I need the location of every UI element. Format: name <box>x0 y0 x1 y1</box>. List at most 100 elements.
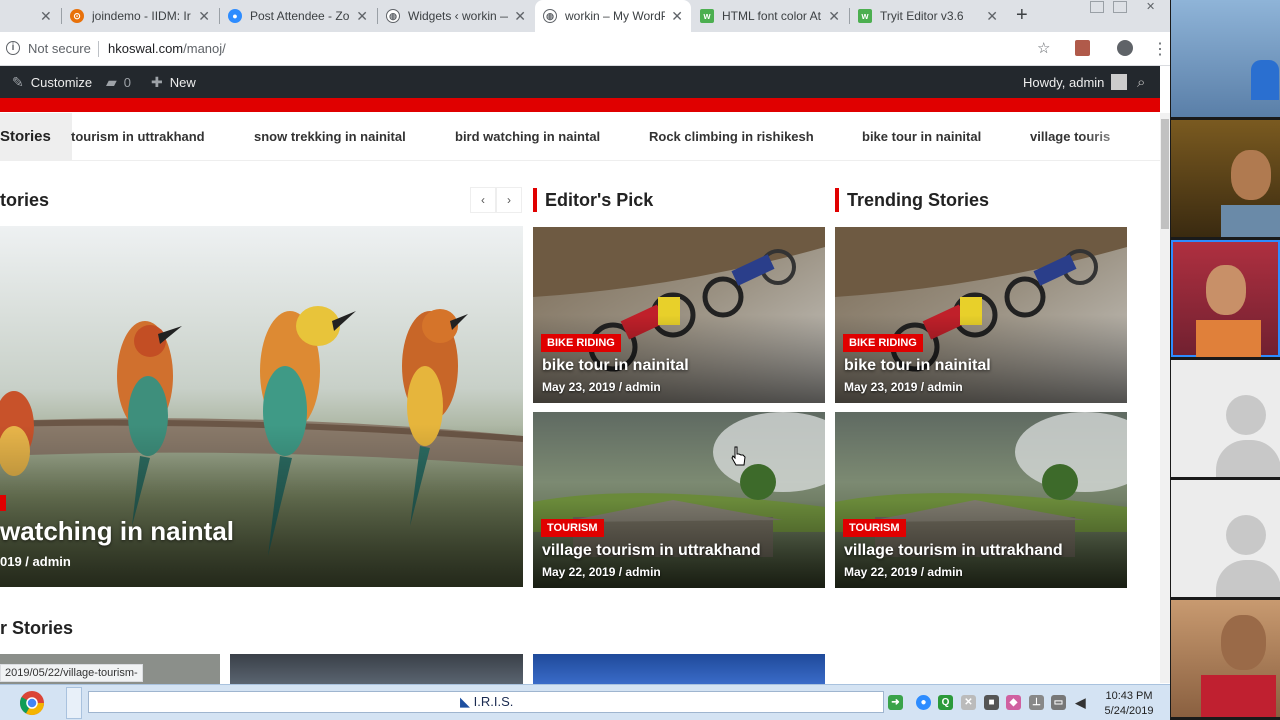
brush-icon: ✎ <box>12 74 24 90</box>
zoom-tray-icon[interactable]: ● <box>916 695 931 710</box>
participant-video-tile[interactable] <box>1171 0 1280 117</box>
hero-title[interactable]: watching in naintal <box>0 516 234 547</box>
new-tab-button[interactable]: + <box>1016 4 1028 27</box>
tab-title: joindemo - IIDM: Ir <box>92 9 191 23</box>
comment-icon: ▰ <box>106 74 117 90</box>
card-title[interactable]: village tourism in uttrakhand <box>844 542 1063 560</box>
category-badge[interactable]: TOURISM <box>843 519 906 537</box>
ticker-item[interactable]: bike tour in nainital <box>862 129 981 144</box>
url-field[interactable]: hkoswal.com/manoj/ <box>108 41 226 56</box>
url-path: /manoj/ <box>183 41 226 56</box>
chrome-taskbar-icon[interactable] <box>14 688 50 718</box>
category-badge[interactable]: BIKE RIDING <box>541 334 621 352</box>
village-image <box>835 412 1127 588</box>
display-tray-icon[interactable]: ▭ <box>1051 695 1066 710</box>
hero-category-badge[interactable] <box>0 495 6 511</box>
taskbar-scroll-button[interactable] <box>66 687 82 719</box>
close-icon[interactable]: ✕ <box>671 8 683 25</box>
tab-tryit-editor[interactable]: w Tryit Editor v3.6 ✕ <box>850 0 1006 32</box>
tab-post-attendee[interactable]: ● Post Attendee - Zo ✕ <box>220 0 376 32</box>
tab-widgets[interactable]: ◍ Widgets ‹ workin — ✕ <box>378 0 534 32</box>
card-meta: May 22, 2019 / admin <box>542 565 661 579</box>
system-clock[interactable]: 10:43 PM 5/24/2019 <box>1104 689 1154 719</box>
close-icon[interactable]: ✕ <box>198 8 210 25</box>
close-icon[interactable]: ✕ <box>986 8 998 25</box>
editors-pick-card-2[interactable]: TOURISM village tourism in uttrakhand Ma… <box>533 412 825 588</box>
village-image <box>533 412 825 588</box>
participant-avatar-tile[interactable] <box>1171 480 1280 597</box>
tab-partial[interactable]: ✕ <box>0 0 60 32</box>
close-window-button[interactable]: ✕ <box>1146 0 1155 13</box>
globe-icon: ◍ <box>543 9 557 23</box>
profile-icon[interactable] <box>1117 40 1133 56</box>
tab-workin-active[interactable]: ◍ workin – My WordP ✕ <box>535 0 691 32</box>
tab-title: Widgets ‹ workin — <box>408 9 509 23</box>
address-bar: i Not secure hkoswal.com/manoj/ ☆ ⋮ <box>0 32 1170 66</box>
ticker-item[interactable]: bird watching in naintal <box>455 129 600 144</box>
participant-video-tile[interactable] <box>1171 120 1280 237</box>
browser-tab-strip: ✕ ⊙ joindemo - IIDM: Ir ✕ ● Post Attende… <box>0 0 1170 32</box>
q-tray-icon[interactable]: Q <box>938 695 953 710</box>
menu-dots-icon[interactable]: ⋮ <box>1152 39 1168 59</box>
avatar <box>1111 74 1128 90</box>
story-thumbnail[interactable] <box>533 654 825 684</box>
customize-link[interactable]: ✎ Customize <box>12 74 92 91</box>
hand-cursor-icon <box>731 446 746 466</box>
card-title[interactable]: village tourism in uttrakhand <box>542 542 761 560</box>
iris-label: I.R.I.S. <box>473 694 514 709</box>
story-thumbnail[interactable] <box>230 654 523 684</box>
volume-icon[interactable]: ◀ <box>1073 695 1088 710</box>
ticker-item[interactable]: Rock climbing in rishikesh <box>649 129 814 144</box>
new-link[interactable]: ✚ New <box>151 74 196 91</box>
comments-link[interactable]: ▰ 0 <box>106 74 131 91</box>
tab-title: HTML font color At <box>722 9 821 23</box>
trending-card-2[interactable]: TOURISM village tourism in uttrakhand Ma… <box>835 412 1127 588</box>
ticker-label: Stories <box>0 113 72 160</box>
iris-app[interactable]: ◣ I.R.I.S. <box>460 694 513 710</box>
trending-card-1[interactable]: BIKE RIDING bike tour in nainital May 23… <box>835 227 1127 403</box>
participant-video-tile-active[interactable] <box>1171 240 1280 357</box>
close-icon[interactable]: ✕ <box>514 8 526 25</box>
info-icon[interactable]: i <box>6 41 20 55</box>
tab-html-font-color[interactable]: w HTML font color At ✕ <box>692 0 848 32</box>
network-off-icon[interactable]: ✕ <box>961 695 976 710</box>
ticker-item[interactable]: tourism in uttrakhand <box>71 129 205 144</box>
prev-slide-button[interactable]: ‹ <box>470 187 496 213</box>
next-slide-button[interactable]: › <box>496 187 522 213</box>
extension-icon[interactable] <box>1075 40 1090 56</box>
page-scrollbar[interactable] <box>1160 113 1170 683</box>
w3schools-favicon-icon: w <box>700 9 714 23</box>
account-menu[interactable]: Howdy, admin <box>1023 74 1128 90</box>
tab-favicon-icon: ⊙ <box>70 9 84 23</box>
usb-tray-icon[interactable]: ⊥ <box>1029 695 1044 710</box>
bike-riding-image <box>835 227 1127 403</box>
not-secure-label[interactable]: Not secure <box>28 41 91 56</box>
editors-pick-card-1[interactable]: BIKE RIDING bike tour in nainital May 23… <box>533 227 825 403</box>
card-title[interactable]: bike tour in nainital <box>542 357 689 375</box>
editors-pick-title: Editor's Pick <box>545 190 654 210</box>
participant-video-tile[interactable] <box>1171 600 1280 717</box>
participant-avatar-tile[interactable] <box>1171 360 1280 477</box>
app-tray-icon[interactable]: ◆ <box>1006 695 1021 710</box>
category-badge[interactable]: BIKE RIDING <box>843 334 923 352</box>
search-icon[interactable]: ⌕ <box>1137 74 1145 91</box>
close-icon[interactable]: ✕ <box>828 8 840 25</box>
scrollbar-thumb[interactable] <box>1161 119 1169 229</box>
close-icon[interactable]: ✕ <box>40 8 52 25</box>
security-tray-icon[interactable]: ■ <box>984 695 999 710</box>
minimize-button[interactable] <box>1090 1 1104 13</box>
tab-joindemo[interactable]: ⊙ joindemo - IIDM: Ir ✕ <box>62 0 218 32</box>
card-title[interactable]: bike tour in nainital <box>844 357 991 375</box>
iris-logo-icon: ◣ <box>460 694 470 709</box>
category-badge[interactable]: TOURISM <box>541 519 604 537</box>
card-meta: May 22, 2019 / admin <box>844 565 963 579</box>
ticker-item[interactable]: snow trekking in nainital <box>254 129 406 144</box>
featured-section-title: tories <box>0 190 50 210</box>
hero-meta: 019 / admin <box>0 554 71 569</box>
star-icon[interactable]: ☆ <box>1037 39 1050 57</box>
globe-icon: ◍ <box>386 9 400 23</box>
close-icon[interactable]: ✕ <box>356 8 368 25</box>
trending-stories-title: Trending Stories <box>847 190 990 210</box>
restore-button[interactable] <box>1113 1 1127 13</box>
tray-arrow-icon[interactable]: ➜ <box>888 695 903 710</box>
